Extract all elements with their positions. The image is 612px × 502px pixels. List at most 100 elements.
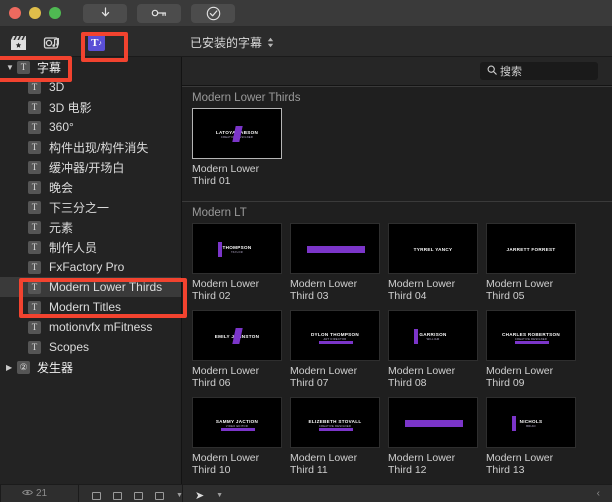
- title-thumbnail[interactable]: CHARLES ROBERTSON CREATIVE DESIGNER: [486, 310, 576, 361]
- title-item[interactable]: DYLON THOMPSON ART DIRECTOR Modern Lower T…: [290, 310, 388, 389]
- download-arrow-icon: [100, 7, 111, 19]
- titles-sidebar[interactable]: ▼ T 字幕 T 3D T 3D 电影 T 360° T 构件出现/构件消失 T 缓冲器/开场白 T 晚会 T…: [0, 57, 182, 484]
- title-thumbnail[interactable]: EMILY JOHNSTON: [192, 310, 282, 361]
- accent-shape: [405, 420, 463, 427]
- sidebar-item-label: 制作人员: [49, 240, 98, 255]
- title-item[interactable]: SAMMY JACTION VIDEO EDITOR Modern Lower Th…: [192, 397, 290, 476]
- view-option-2-icon[interactable]: [113, 491, 122, 500]
- sidebar-item-3d[interactable]: T 3D 电影: [0, 97, 181, 117]
- audio-browser-icon[interactable]: [42, 33, 62, 52]
- thumbnail-text-plate: CHARLES ROBERTSON CREATIVE DESIGNER: [502, 332, 560, 342]
- toolbar-button-group: [83, 3, 235, 23]
- sidebar-item-type-icon: T: [28, 140, 41, 154]
- section-header: Modern Lower Thirds: [182, 86, 612, 108]
- title-item-label: Modern Lower Third 13: [486, 452, 554, 476]
- sidebar-item-modern-lower-thirds[interactable]: T Modern Lower Thirds: [0, 277, 181, 297]
- sidebar-item-label: motionvfx mFitness: [49, 320, 153, 334]
- search-input[interactable]: 搜索: [480, 62, 598, 80]
- effects-browser-icon[interactable]: [8, 33, 28, 52]
- title-item[interactable]: TYRREL YANCY Modern Lower Third 04: [388, 223, 486, 302]
- title-thumbnail[interactable]: THOMPSON TAYLOR: [192, 223, 282, 274]
- accent-shape: [221, 428, 255, 431]
- titles-icon-superscript: ♪: [98, 38, 102, 47]
- sidebar-item-[interactable]: T 晚会: [0, 177, 181, 197]
- sidebar-item-[interactable]: T 构件出现/构件消失: [0, 137, 181, 157]
- disclosure-open-icon[interactable]: ▼: [6, 63, 17, 72]
- sidebar-item-type-icon: T: [28, 220, 41, 234]
- view-option-4-icon[interactable]: [155, 491, 164, 500]
- download-button[interactable]: [83, 3, 127, 23]
- title-thumbnail[interactable]: HILLARY LANGCREATIVE DESIGNER: [388, 397, 478, 448]
- close-button[interactable]: [9, 7, 21, 19]
- sidebar-item-type-icon: T: [28, 100, 41, 114]
- title-item[interactable]: CHARLES ROBERTSON CREATIVE DESIGNER Modern…: [486, 310, 584, 389]
- sidebar-item-[interactable]: ▶ ② 发生器: [0, 357, 181, 377]
- title-item[interactable]: LATOYA JABSON CREATIVE DESIGNER Modern Low…: [192, 108, 290, 187]
- title-item[interactable]: HILLARY LANGCREATIVE DESIGNER Modern Lowe…: [388, 397, 486, 476]
- keyframe-button[interactable]: [137, 3, 181, 23]
- title-item[interactable]: JARRETT FORREST Modern Lower Third 05: [486, 223, 584, 302]
- thumbnail-grid: THOMPSONTAYLOR Modern Lower Third 02 CARRI…: [182, 223, 612, 484]
- sidebar-item-360[interactable]: T 360°: [0, 117, 181, 137]
- approve-button[interactable]: [191, 3, 235, 23]
- sidebar-item-label: 发生器: [37, 360, 74, 375]
- title-item-label: Modern Lower Third 09: [486, 365, 554, 389]
- sidebar-item-type-icon: T: [17, 60, 30, 74]
- title-item[interactable]: EMILY JOHNSTON Modern Lower Third 06: [192, 310, 290, 389]
- title-item[interactable]: NICHOLS BRIAN Modern Lower Third 13: [486, 397, 584, 476]
- sidebar-item-[interactable]: T 下三分之一: [0, 197, 181, 217]
- installed-titles-popup[interactable]: 已安装的字幕: [186, 32, 278, 52]
- title-thumbnail[interactable]: DYLON THOMPSON ART DIRECTOR: [290, 310, 380, 361]
- panel-collapse-icon[interactable]: ‹: [597, 488, 600, 499]
- caret-down-icon-1[interactable]: ▼: [176, 492, 183, 499]
- title-item[interactable]: ELIZEBETH STOVALL CREATIVE DESIGNER Modern…: [290, 397, 388, 476]
- title-item[interactable]: GARRISON WILLIAM Modern Lower Third 08: [388, 310, 486, 389]
- sidebar-item-[interactable]: ▼ T 字幕: [0, 57, 181, 77]
- accent-shape: [515, 341, 549, 344]
- sidebar-item-scopes[interactable]: T Scopes: [0, 337, 181, 357]
- title-thumbnail[interactable]: ELIZEBETH STOVALL CREATIVE DESIGNER: [290, 397, 380, 448]
- sidebar-item-[interactable]: T 制作人员: [0, 237, 181, 257]
- titles-scroll-area[interactable]: Modern Lower Thirds LATOYA JABSON CREATIVE…: [182, 86, 612, 484]
- title-thumbnail[interactable]: LATOYA JABSON CREATIVE DESIGNER: [192, 108, 282, 159]
- search-bar: 搜索: [182, 57, 612, 86]
- eye-icon: [22, 488, 33, 499]
- search-icon: [487, 65, 497, 78]
- sidebar-item-[interactable]: T 元素: [0, 217, 181, 237]
- sidebar-item-modern-titles[interactable]: T Modern Titles: [0, 297, 181, 317]
- title-item[interactable]: THOMPSON TAYLOR Modern Lower Third 02: [192, 223, 290, 302]
- view-option-1-icon[interactable]: [92, 491, 101, 500]
- zoom-button[interactable]: [49, 7, 61, 19]
- sidebar-item-[interactable]: T 缓冲器/开场白: [0, 157, 181, 177]
- title-item-label: Modern Lower Third 07: [290, 365, 358, 389]
- sidebar-item-motionvfx-mfitness[interactable]: Tmotionvfx mFitness: [0, 317, 181, 337]
- content-section: Modern LT THOMPSON TAYLOR Modern Lower Thir…: [182, 201, 612, 484]
- thumbnail-text-plate: SAMMY JACTION VIDEO EDITOR: [216, 419, 258, 429]
- title-thumbnail[interactable]: CARRI NELSONSTUDIO MANAGER: [290, 223, 380, 274]
- sidebar-item-fxfactory-pro[interactable]: T FxFactory Pro: [0, 257, 181, 277]
- sidebar-item-3d[interactable]: T 3D: [0, 77, 181, 97]
- title-thumbnail[interactable]: GARRISON WILLIAM: [388, 310, 478, 361]
- title-thumbnail[interactable]: JARRETT FORREST: [486, 223, 576, 274]
- sidebar-item-type-icon: T: [28, 300, 41, 314]
- title-item[interactable]: CARRI NELSONSTUDIO MANAGER Modern Lower T…: [290, 223, 388, 302]
- caret-down-icon-2[interactable]: ▼: [216, 492, 223, 499]
- disclosure-closed-icon[interactable]: ▶: [6, 363, 17, 372]
- minimize-button[interactable]: [29, 7, 41, 19]
- sidebar-item-type-icon: T: [28, 320, 41, 334]
- title-thumbnail[interactable]: SAMMY JACTION VIDEO EDITOR: [192, 397, 282, 448]
- titles-browser-icon[interactable]: T ♪: [88, 34, 105, 51]
- thumbnail-text-plate: TYRREL YANCY: [414, 247, 453, 253]
- sidebar-item-type-icon: T: [28, 120, 41, 134]
- thumbnail-text-plate: THOMPSON TAYLOR: [223, 245, 252, 255]
- titles-icon-glyph: T: [91, 36, 99, 49]
- thumbnail-text-plate: JARRETT FORREST: [507, 247, 556, 253]
- pointer-tool-icon[interactable]: ➤: [195, 489, 204, 502]
- view-option-3-icon[interactable]: [134, 491, 143, 500]
- sidebar-item-label: Modern Titles: [49, 300, 122, 314]
- accent-shape: [319, 341, 353, 344]
- title-item-label: Modern Lower Third 12: [388, 452, 456, 476]
- thumbnail-name: JARRETT FORREST: [506, 246, 556, 252]
- title-thumbnail[interactable]: NICHOLS BRIAN: [486, 397, 576, 448]
- title-thumbnail[interactable]: TYRREL YANCY: [388, 223, 478, 274]
